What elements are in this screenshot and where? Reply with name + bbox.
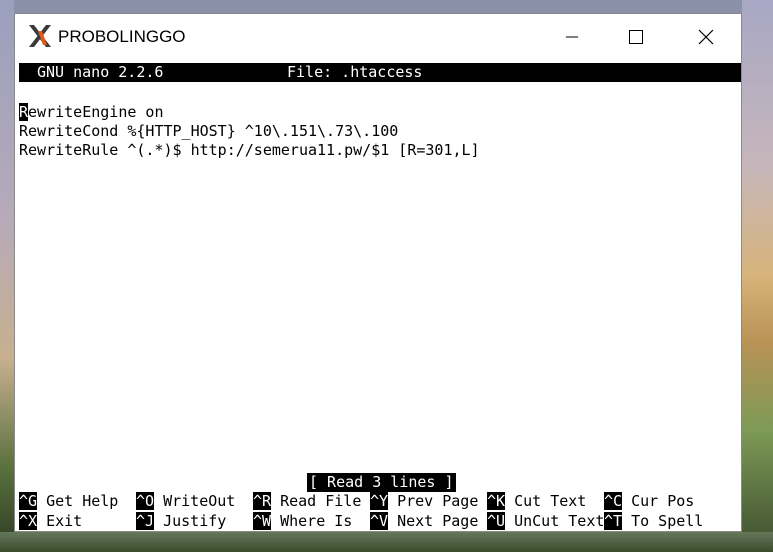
shortcut-label: To Spell <box>622 512 704 530</box>
minimize-button[interactable] <box>549 14 595 59</box>
shortcut-prev-page[interactable]: ^Y Prev Page <box>370 492 478 511</box>
text-cursor: R <box>19 103 29 121</box>
shortcut-key: ^C <box>604 492 623 510</box>
shortcut-label: Exit <box>37 512 83 530</box>
shortcut-key: ^T <box>604 512 623 530</box>
editor-line[interactable]: RewriteCond %{HTTP_HOST} ^10\.151\.73\.1… <box>19 122 480 141</box>
shortcut-exit[interactable]: ^X Exit <box>19 512 82 531</box>
status-message: [ Read 3 lines ] <box>307 473 456 492</box>
shortcut-key: ^X <box>19 512 38 530</box>
shortcut-justify[interactable]: ^J Justify <box>136 512 226 531</box>
shortcut-label: Next Page <box>388 512 479 530</box>
shortcut-label: UnCut Text <box>505 512 605 530</box>
maximize-icon <box>629 29 643 44</box>
shortcut-label: Cur Pos <box>622 492 695 510</box>
shortcut-where-is[interactable]: ^W Where Is <box>253 512 352 531</box>
shortcut-key: ^U <box>487 512 506 530</box>
window-title: PROBOLINGGO <box>58 27 186 46</box>
minimize-icon <box>566 36 578 37</box>
shortcut-label: Prev Page <box>388 492 479 510</box>
desktop-background-right <box>742 0 773 552</box>
shortcut-cut-text[interactable]: ^K Cut Text <box>487 492 586 511</box>
shortcut-key: ^W <box>253 512 272 530</box>
shortcut-get-help[interactable]: ^G Get Help <box>19 492 118 511</box>
title-bar[interactable]: PROBOLINGGO <box>15 14 741 59</box>
shortcut-key: ^Y <box>370 492 389 510</box>
maximize-button[interactable] <box>613 14 659 59</box>
shortcut-key: ^O <box>136 492 155 510</box>
shortcut-to-spell[interactable]: ^T To Spell <box>604 512 703 531</box>
desktop-background-bottom <box>0 532 773 552</box>
close-button[interactable] <box>683 14 729 59</box>
shortcut-key: ^J <box>136 512 155 530</box>
terminal-area[interactable]: GNU nano 2.2.6 File: .htaccess RewriteEn… <box>17 59 741 532</box>
editor-line[interactable]: RewriteEngine on <box>19 103 480 122</box>
shortcut-key: ^G <box>19 492 38 510</box>
shortcut-writeout[interactable]: ^O WriteOut <box>136 492 235 511</box>
shortcut-label: Justify <box>154 512 227 530</box>
shortcut-uncut-text[interactable]: ^U UnCut Text <box>487 512 604 531</box>
shortcut-key: ^R <box>253 492 272 510</box>
shortcut-next-page[interactable]: ^V Next Page <box>370 512 478 531</box>
shortcut-cur-pos[interactable]: ^C Cur Pos <box>604 492 694 511</box>
close-icon <box>698 29 714 44</box>
shortcut-key: ^K <box>487 492 506 510</box>
editor-buffer[interactable]: RewriteEngine on RewriteCond %{HTTP_HOST… <box>19 103 480 160</box>
shortcut-key: ^V <box>370 512 389 530</box>
editor-line[interactable]: RewriteRule ^(.*)$ http://semerua11.pw/$… <box>19 141 480 160</box>
nano-filename: File: .htaccess <box>287 63 423 81</box>
shortcut-label: Where Is <box>271 512 353 530</box>
terminal-window: PROBOLINGGO GNU nano 2.2.6 File: .htacce… <box>14 13 742 532</box>
nano-title-bar: GNU nano 2.2.6 File: .htaccess <box>19 63 741 82</box>
shortcut-read-file[interactable]: ^R Read File <box>253 492 361 511</box>
desktop-background-left <box>0 0 14 552</box>
x-server-icon <box>27 23 53 49</box>
nano-version: GNU nano 2.2.6 <box>37 63 164 81</box>
shortcut-label: WriteOut <box>154 492 236 510</box>
shortcut-label: Cut Text <box>505 492 587 510</box>
shortcut-label: Read File <box>271 492 362 510</box>
shortcut-bar: ^G Get Help ^O WriteOut ^R Read File ^Y … <box>19 492 739 532</box>
shortcut-label: Get Help <box>37 492 119 510</box>
editor-line-text: ewriteEngine on <box>28 103 164 121</box>
